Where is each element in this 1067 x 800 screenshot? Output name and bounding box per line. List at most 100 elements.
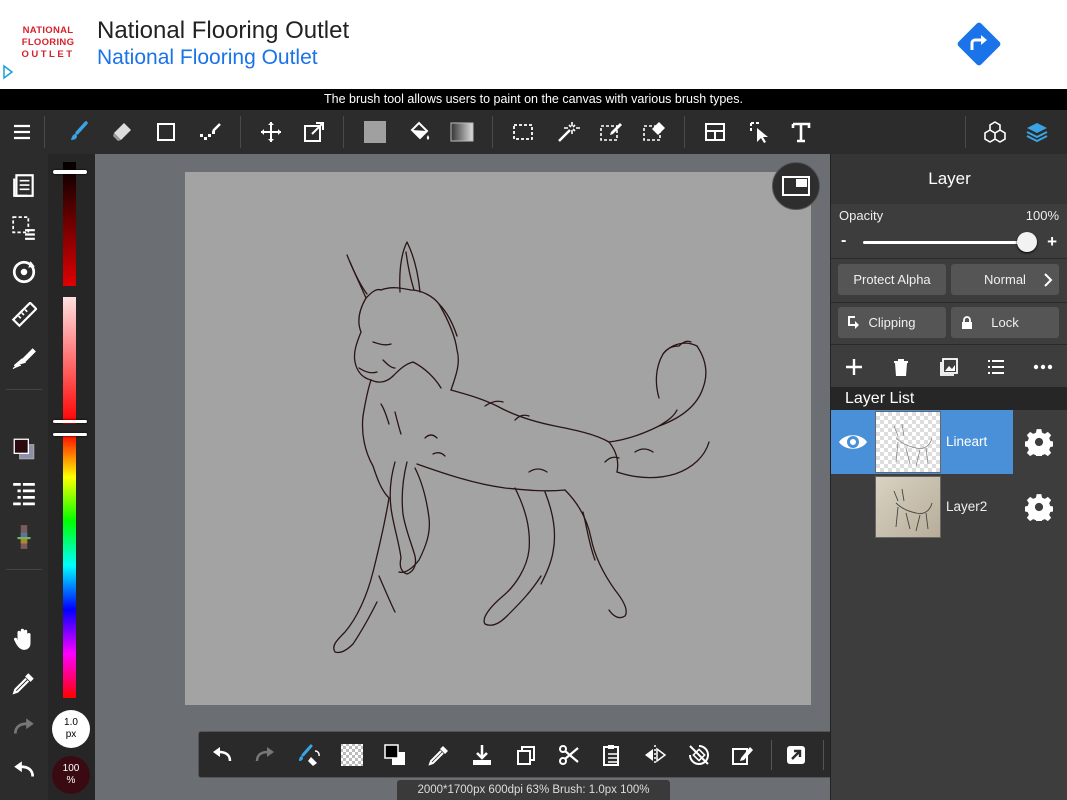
select-eraser-button[interactable] [634,110,674,154]
ad-subtitle[interactable]: National Flooring Outlet [97,46,318,70]
color-swatch-button[interactable] [4,431,44,467]
menu-icon [14,124,30,140]
opacity-label: Opacity [839,208,884,223]
brush-eraser-toggle-button[interactable] [290,736,328,774]
fill-color-button[interactable] [355,110,395,154]
more-options-button[interactable] [1028,354,1058,380]
select-rect-button[interactable] [503,110,543,154]
opacity-slider-thumb[interactable] [1017,232,1037,252]
canvas-paper[interactable] [185,172,811,705]
brightness-handle[interactable] [53,170,87,174]
opacity-slider-track[interactable] [863,241,1027,244]
canvas-area[interactable] [95,154,830,800]
menu-button[interactable] [2,110,42,154]
layer-list-options-button[interactable] [981,354,1011,380]
dot-brush-button[interactable] [190,110,230,154]
palette-icon [17,525,31,549]
palette-button[interactable] [4,519,44,555]
save-icon [473,745,491,765]
redo-button-bottom[interactable] [246,736,284,774]
ad-title[interactable]: National Flooring Outlet [97,17,349,45]
brush-opacity-unit: % [66,775,76,786]
hue-bar[interactable] [63,433,76,698]
layer-icon [1026,123,1048,143]
top-toolbar [0,110,1067,154]
fill-tool-button[interactable] [4,340,44,376]
ad-banner[interactable]: NATIONAL FLOORING OUTLET National Floori… [0,0,1067,89]
transform-tool-button[interactable] [294,110,334,154]
layer-settings-gear-icon[interactable] [1025,493,1053,521]
directions-icon[interactable] [955,20,1003,68]
delete-layer-button[interactable] [886,354,916,380]
opacity-increase-button[interactable]: + [1047,232,1057,252]
paste-button[interactable] [593,736,631,774]
protect-alpha-button[interactable]: Protect Alpha [838,264,946,295]
text-tool-button[interactable] [781,110,821,154]
hue-handle[interactable] [53,433,87,436]
dot-brush-icon [200,123,221,140]
copy-button[interactable] [507,736,545,774]
clipping-button[interactable]: Clipping [838,307,946,338]
saturation-bar[interactable] [63,297,76,424]
brush-opacity-button[interactable]: 100 % [52,756,90,794]
navigator-button[interactable] [772,162,820,210]
transform-icon [732,747,753,765]
adchoices-icon[interactable] [2,60,14,84]
redo-button[interactable] [4,709,44,745]
layer-row-layer2[interactable]: Layer2 [831,475,1067,539]
lock-button[interactable]: Lock [951,307,1059,338]
brush-size-button[interactable]: 1.0 px [52,710,90,748]
selection-layer-button[interactable] [4,210,44,246]
shape-tool-button[interactable] [146,110,186,154]
move-tool-button[interactable] [251,110,291,154]
share-button[interactable] [777,736,815,774]
color-sliders: 1.0 px 100 % [48,154,95,800]
opacity-decrease-button[interactable]: - [841,232,846,250]
transform-icon [304,122,324,142]
cut-button[interactable] [550,736,588,774]
operation-button[interactable] [740,110,780,154]
eyedropper-button-bottom[interactable] [420,736,458,774]
paste-icon [603,745,619,766]
operation-icon [750,122,768,143]
ruler-button[interactable] [4,297,44,333]
layer-list-button[interactable] [4,475,44,511]
redo-icon [13,718,34,734]
rotate-reset-button[interactable] [680,736,718,774]
transparent-swatch-button[interactable] [333,736,371,774]
brightness-bar[interactable] [63,162,76,286]
pages-button[interactable] [4,167,44,203]
blend-mode-button[interactable]: Normal [951,264,1059,295]
clipping-icon [848,316,859,329]
material-button[interactable] [975,110,1015,154]
saturation-handle[interactable] [53,420,87,423]
brush-tool-button[interactable] [59,110,99,154]
layer-row-lineart[interactable]: Lineart [831,410,1067,474]
hand-button[interactable] [4,621,44,657]
rectangle-icon [157,123,175,141]
transform-button-bottom[interactable] [723,736,761,774]
panel-button[interactable] [695,110,735,154]
magic-wand-button[interactable] [548,110,588,154]
undo-button-bottom[interactable] [203,736,241,774]
more-icon [1033,364,1053,370]
layer-settings-gear-icon[interactable] [1025,428,1053,456]
save-button[interactable] [463,736,501,774]
eyedropper-button[interactable] [4,665,44,701]
bottom-toolbar [198,731,869,778]
bucket-tool-button[interactable] [399,110,439,154]
ad-logo: NATIONAL FLOORING OUTLET [18,25,78,61]
eraser-tool-button[interactable] [102,110,142,154]
color-swap-button[interactable] [376,736,414,774]
eye-icon[interactable] [837,428,869,456]
undo-button[interactable] [4,752,44,788]
layer-button[interactable] [1017,110,1057,154]
layer-image-button[interactable] [934,354,964,380]
select-pen-button[interactable] [591,110,631,154]
gradient-tool-button[interactable] [442,110,482,154]
add-layer-button[interactable] [839,354,869,380]
flip-button[interactable] [636,736,674,774]
bucket-icon [410,121,430,140]
rotate-reset-icon [689,745,709,765]
rotate-button[interactable] [4,254,44,290]
